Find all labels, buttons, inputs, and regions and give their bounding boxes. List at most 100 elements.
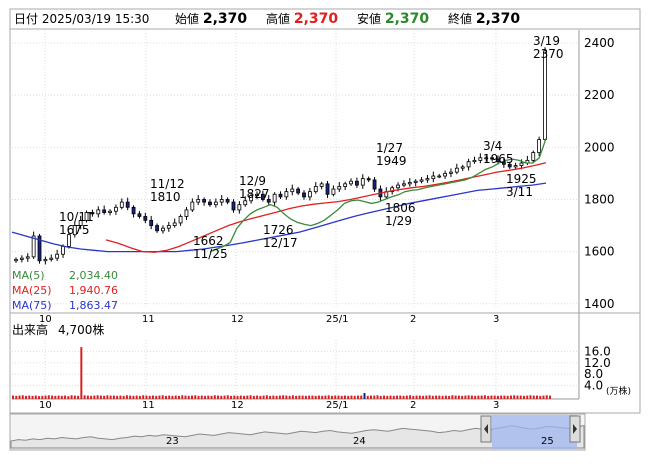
volume-bar <box>363 393 366 399</box>
candle-body <box>454 167 459 173</box>
header-open: 始値 2,370 <box>175 9 247 29</box>
volume-bar <box>542 395 545 399</box>
candle-body <box>366 178 371 181</box>
volume-bar <box>402 395 405 399</box>
candle-body <box>296 188 301 194</box>
candle-body <box>543 50 547 140</box>
volume-bar <box>236 395 239 399</box>
candle-body <box>360 178 365 186</box>
volume-bar <box>288 395 291 399</box>
candle-body <box>443 173 447 177</box>
candle-body <box>449 171 453 174</box>
volume-bar <box>330 395 333 399</box>
candle-body <box>531 152 536 161</box>
candle-body <box>419 179 424 182</box>
candle-body <box>43 259 48 262</box>
candle-body <box>202 199 206 203</box>
volume-bar <box>34 395 37 399</box>
navigator-handle-right[interactable] <box>569 415 581 443</box>
volume-bar <box>532 395 535 399</box>
annotation-price: 1810 <box>150 190 181 204</box>
volume-bar <box>122 395 125 399</box>
volume-bar <box>197 395 200 399</box>
volume-bar <box>80 347 83 399</box>
open-label: 始値 <box>175 12 200 26</box>
volume-bar <box>483 395 486 399</box>
volume-bar <box>392 395 395 399</box>
candle-body <box>272 193 277 203</box>
volume-bar <box>64 395 67 399</box>
volume-bar <box>57 395 60 399</box>
header-close: 終値 2,370 <box>448 9 520 29</box>
candle-body <box>55 253 60 259</box>
candle-body <box>460 166 465 169</box>
volume-tick-label: 4.0 <box>584 379 603 393</box>
volume-bar <box>386 395 389 399</box>
annotation-price: 1925 <box>506 172 537 186</box>
volume-bar <box>99 395 102 399</box>
volume-bar <box>54 395 57 399</box>
candle-body <box>231 201 236 211</box>
navigator-handle-left[interactable] <box>480 415 492 443</box>
candle-body <box>131 206 136 215</box>
volume-bar <box>350 395 353 399</box>
candle-body <box>208 201 212 206</box>
candle-body <box>290 188 295 193</box>
volume-bar <box>360 395 363 399</box>
volume-bar <box>291 395 294 399</box>
candle-body <box>407 182 412 185</box>
annotation-date: 10/11 <box>59 210 94 224</box>
volume-bar <box>25 395 28 399</box>
low-value: 2,370 <box>384 11 430 27</box>
y-tick-label: 1400 <box>584 297 615 311</box>
volume-bar <box>47 395 50 399</box>
volume-bar <box>428 395 431 399</box>
y-tick-label: 2000 <box>584 140 615 154</box>
volume-bar <box>526 395 529 399</box>
volume-bar <box>272 395 275 399</box>
header-low: 安値 2,370 <box>357 9 429 29</box>
candle-body <box>19 257 24 260</box>
volume-bar <box>480 395 483 399</box>
candle-body <box>331 188 336 195</box>
volume-bar <box>259 395 262 399</box>
volume-bar <box>90 395 93 399</box>
volume-bar <box>31 395 34 399</box>
legend-value: 1,940.76 <box>69 284 118 297</box>
annotation-price: 1675 <box>59 223 90 237</box>
x-tick-label: 12 <box>231 314 244 325</box>
x-tick-label: 2 <box>410 314 416 325</box>
volume-x-tick-label: 2 <box>410 400 416 411</box>
annotation-date: 3/11 <box>506 185 533 199</box>
volume-bar <box>324 395 327 399</box>
volume-bar <box>86 395 89 399</box>
volume-bar <box>151 395 154 399</box>
volume-bar <box>438 395 441 399</box>
volume-bar <box>262 395 265 399</box>
volume-bar <box>347 395 350 399</box>
volume-bar <box>181 395 184 399</box>
volume-bar <box>467 395 470 399</box>
volume-bar <box>487 395 490 399</box>
volume-bar <box>464 395 467 399</box>
x-tick-label: 25/1 <box>326 314 348 325</box>
candle-body <box>466 161 471 168</box>
volume-bar <box>161 395 164 399</box>
volume-bar <box>256 395 259 399</box>
annotation-date: 11/12 <box>150 177 185 191</box>
volume-bar <box>327 395 330 399</box>
volume-bar <box>373 395 376 399</box>
volume-bar <box>490 395 493 399</box>
candle-body <box>513 165 518 168</box>
volume-bar <box>301 395 304 399</box>
volume-bar <box>145 395 148 399</box>
volume-bar <box>383 395 386 399</box>
volume-bar <box>220 395 223 399</box>
volume-bar <box>187 395 190 399</box>
candle-body <box>155 225 159 232</box>
volume-bar <box>194 395 197 399</box>
volume-title: 出来高 <box>12 322 48 337</box>
volume-x-tick-label: 11 <box>142 400 155 411</box>
volume-bar <box>314 395 317 399</box>
volume-bar <box>337 395 340 399</box>
